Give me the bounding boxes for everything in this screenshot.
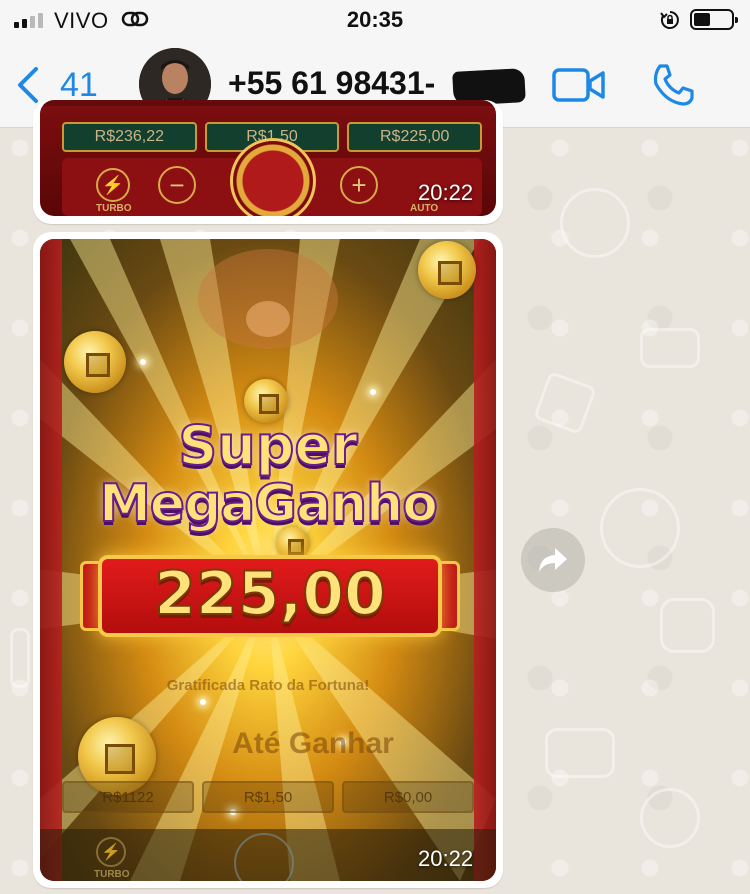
- sparkle-icon: [200, 699, 206, 705]
- message-time: 20:22: [418, 180, 474, 205]
- gold-coin-icon: [64, 331, 126, 393]
- battery-icon: [690, 9, 738, 30]
- game-balance: R$1122: [62, 781, 194, 813]
- forward-button[interactable]: [521, 528, 585, 592]
- chevron-left-icon: [18, 67, 38, 103]
- plus-icon: +: [340, 166, 378, 204]
- gold-coin-icon: [418, 241, 476, 299]
- frame-left: [40, 239, 62, 881]
- video-call-icon[interactable]: [552, 66, 606, 104]
- frame-right: [474, 239, 496, 881]
- win-title-megaganho: MegaGanho: [98, 473, 439, 535]
- message-image[interactable]: Super MegaGanho 225,00 Gratificada Rato …: [40, 239, 496, 881]
- game-screenshot: Super MegaGanho 225,00 Gratificada Rato …: [40, 239, 496, 881]
- spin-icon: [234, 833, 294, 881]
- game-balance: R$236,22: [62, 122, 197, 152]
- game-win: R$225,00: [347, 122, 483, 152]
- wallpaper-doodle: [545, 728, 615, 778]
- phone-call-icon[interactable]: [650, 62, 696, 108]
- spin-icon: [230, 138, 316, 216]
- minus-icon: −: [158, 166, 196, 204]
- status-clock: 20:35: [346, 7, 404, 32]
- win-title-super: Super: [177, 413, 358, 478]
- unread-count: 41: [60, 65, 98, 104]
- wallpaper-doodle: [660, 598, 715, 653]
- game-stats-row: R$1122 R$1,50 R$0,00: [62, 781, 474, 813]
- message-bubble[interactable]: R$236,22 R$1,50 R$225,00 ⚡ TURBO − + AUT…: [33, 100, 503, 224]
- wallpaper-doodle: [600, 488, 680, 568]
- status-bar: VIVO 20:35: [0, 0, 750, 40]
- wallpaper-doodle: [640, 788, 700, 848]
- turbo-label: TURBO: [96, 203, 132, 214]
- game-subtitle: Gratificada Rato da Fortuna!: [166, 677, 370, 694]
- wallpaper-doodle: [10, 628, 30, 688]
- win-amount: 225,00: [153, 558, 387, 630]
- game-faded-banner: Até Ganhar: [232, 727, 394, 760]
- wallpaper-doodle: [532, 370, 598, 436]
- message-time: 20:22: [418, 846, 474, 871]
- turbo-icon: ⚡: [96, 837, 126, 867]
- message-bubble[interactable]: Super MegaGanho 225,00 Gratificada Rato …: [33, 232, 503, 888]
- wallpaper-doodle: [560, 188, 630, 258]
- sparkle-icon: [370, 389, 376, 395]
- wallpaper-doodle: [640, 328, 700, 368]
- contact-name[interactable]: +55 61 98431-: [228, 65, 435, 102]
- sparkle-icon: [140, 359, 146, 365]
- forward-arrow-icon: [539, 548, 567, 572]
- game-bet: R$1,50: [202, 781, 334, 813]
- turbo-icon: ⚡: [96, 168, 130, 202]
- rotation-lock-icon: [660, 11, 679, 29]
- game-win: R$0,00: [342, 781, 474, 813]
- turbo-label: TURBO: [94, 869, 130, 880]
